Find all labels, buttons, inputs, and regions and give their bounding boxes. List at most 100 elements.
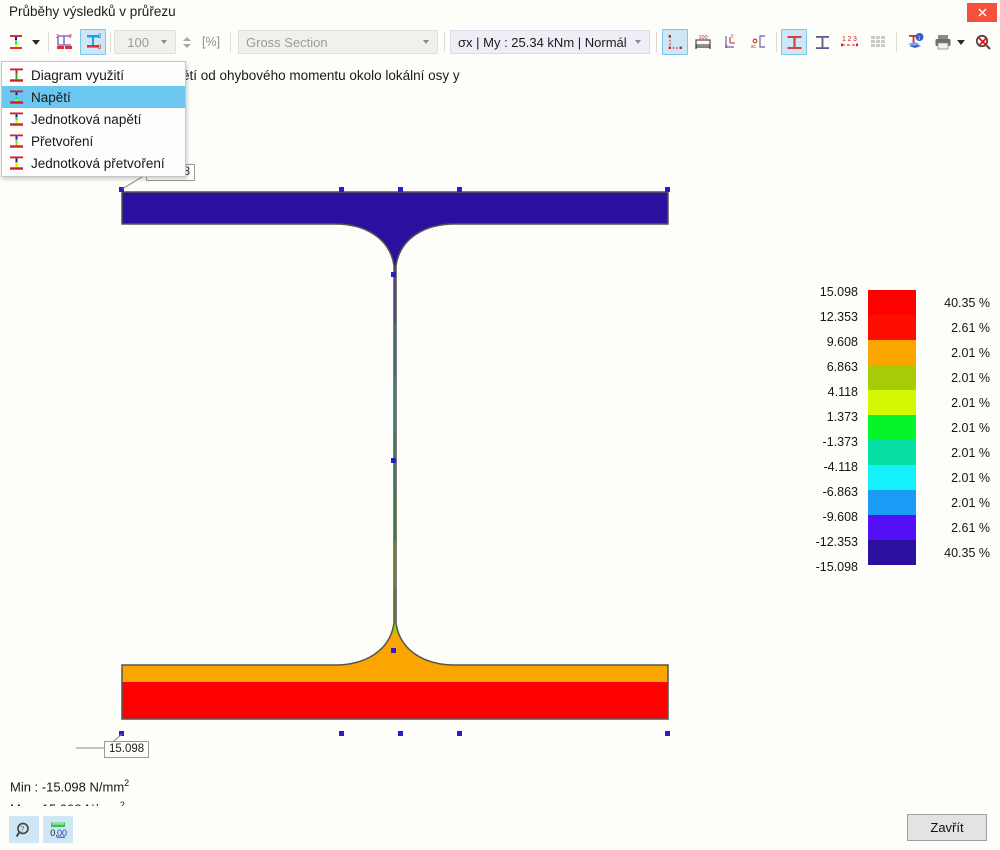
print-button[interactable] <box>930 29 956 55</box>
menu-item-jednotkova-napeti[interactable]: Jednotková napětí <box>2 108 185 130</box>
zoom-reset-button[interactable] <box>970 29 996 55</box>
svg-text:2: 2 <box>98 34 102 40</box>
node-marker <box>119 731 124 736</box>
legend-swatch <box>868 515 916 540</box>
min-label: Min : <box>10 779 39 795</box>
min-value: -15.098 N/mm <box>41 779 125 795</box>
shear-center-button[interactable]: sc <box>746 29 772 55</box>
legend-value: 9.608 <box>826 335 858 349</box>
section-outline-button[interactable] <box>809 29 835 55</box>
legend-value: 12.353 <box>819 310 858 324</box>
show-contour-icon <box>668 34 682 49</box>
spinner-down-icon[interactable] <box>183 43 191 48</box>
legend-swatch <box>868 465 916 490</box>
window-titlebar: Průběhy výsledků v průřezu <box>0 0 1000 27</box>
legend-value: 6.863 <box>826 360 858 374</box>
legend-percent: 2.01 % <box>951 370 990 385</box>
menu-item-napeti[interactable]: Napětí <box>2 86 185 108</box>
legend-percent: 2.01 % <box>951 470 990 485</box>
magnifier-help-icon: ? <box>15 822 29 837</box>
node-marker <box>398 731 403 736</box>
dialog-footer: ? 0, 00 Zavřít <box>0 806 1000 850</box>
unit-strain-icon <box>2 155 31 172</box>
i-section-stress-icon <box>10 35 22 49</box>
toolbar-separator <box>48 32 49 52</box>
node-marker <box>339 187 344 192</box>
node-marker <box>457 187 462 192</box>
grid-button[interactable] <box>865 29 891 55</box>
node-marker <box>391 272 396 277</box>
diagram-description: ětí od ohybového momentu okolo lokální o… <box>182 68 460 83</box>
scale-value-text: 100 <box>127 34 149 50</box>
toolbar-separator <box>230 32 231 52</box>
result-type-dropdown-arrow[interactable] <box>28 29 44 55</box>
decimals-button[interactable]: 0, 00 <box>43 816 73 843</box>
dimensions-button[interactable]: 100 <box>690 29 716 55</box>
node-marker <box>339 731 344 736</box>
result-select-value: σx | My : 25.34 kNm | Normálové n... <box>458 34 627 50</box>
menu-item-jednotkova-pretvoreni[interactable]: Jednotková přetvoření <box>2 152 185 174</box>
legend-percent: 2.01 % <box>951 445 990 460</box>
info-button[interactable]: i <box>902 29 928 55</box>
legend-percent: 2.01 % <box>951 495 990 510</box>
close-dialog-button[interactable]: Zavřít <box>907 814 987 841</box>
legend-swatch <box>868 315 916 340</box>
scale-spinner[interactable] <box>181 31 193 53</box>
section-outline-icon <box>815 35 829 49</box>
values-button[interactable]: 1 2 3 <box>837 29 863 55</box>
legend-swatch <box>868 340 916 365</box>
dimensions-icon: 100 <box>695 35 711 49</box>
print-icon <box>935 35 951 50</box>
local-axes-button[interactable]: y z <box>718 29 744 55</box>
legend-percent: 40.35 % <box>944 545 990 560</box>
toolbar-separator <box>444 32 445 52</box>
legend-value: -4.118 <box>823 460 858 474</box>
menu-item-label: Diagram využití <box>31 67 125 83</box>
toolbar-separator <box>110 32 111 52</box>
legend-color-swatches <box>868 290 916 565</box>
legend-value: -1.373 <box>822 435 858 449</box>
legend-percent: 2.61 % <box>951 320 990 335</box>
chevron-down-icon[interactable] <box>415 40 437 44</box>
node-marker <box>119 187 124 192</box>
scale-value-input[interactable]: 100 <box>114 30 176 54</box>
node-marker <box>665 731 670 736</box>
shear-center-icon: sc <box>751 35 765 50</box>
svg-text:00: 00 <box>57 828 67 838</box>
menu-item-pretvoreni[interactable]: Přetvoření <box>2 130 185 152</box>
show-section-button[interactable] <box>781 29 807 55</box>
legend-percent: 2.01 % <box>951 395 990 410</box>
close-x-icon <box>978 8 986 17</box>
help-button[interactable]: ? <box>9 816 39 843</box>
legend-percent: 2.01 % <box>951 345 990 360</box>
min-row: Min : -15.098 N/mm2 <box>10 774 129 796</box>
svg-text:?: ? <box>21 824 25 833</box>
window-close-button[interactable] <box>967 3 997 22</box>
legend-value: -6.863 <box>822 485 858 499</box>
svg-text:y: y <box>731 33 734 39</box>
zoom-reset-icon <box>975 34 991 50</box>
print-dropdown-arrow[interactable] <box>954 29 968 55</box>
main-toolbar: 2 2 2 3 100 [%] Gross Section σx | My : … <box>0 26 1000 59</box>
scale-dropdown-arrow[interactable] <box>153 40 175 44</box>
show-contour-button[interactable] <box>662 29 688 55</box>
result-select[interactable]: σx | My : 25.34 kNm | Normálové n... <box>450 30 650 54</box>
svg-text:100: 100 <box>699 35 708 41</box>
menu-item-label: Jednotková přetvoření <box>31 155 165 171</box>
legend-percentages: 40.35 % 2.61 % 2.01 % 2.01 % 2.01 % 2.01 % 2.0… <box>926 290 990 565</box>
value-label-bottom: 15.098 <box>104 741 150 758</box>
menu-item-label: Napětí <box>31 89 71 105</box>
legend-value: 4.118 <box>827 385 858 399</box>
compare-sections-button[interactable]: 2 2 <box>52 29 78 55</box>
menu-item-diagram-vyuziti[interactable]: Diagram využití <box>2 64 185 86</box>
unit-stress-icon <box>2 111 31 128</box>
result-type-button[interactable] <box>4 29 28 55</box>
single-section-button[interactable]: 2 3 <box>80 29 106 55</box>
legend-swatch <box>868 365 916 390</box>
scale-unit-label: [%] <box>202 35 221 49</box>
legend-value: -9.608 <box>822 510 858 524</box>
result-type-menu[interactable]: Diagram využití Napětí Jednotková napětí… <box>1 61 186 177</box>
chevron-down-icon[interactable] <box>627 40 649 44</box>
section-type-select[interactable]: Gross Section <box>238 30 438 54</box>
spinner-up-icon[interactable] <box>183 36 191 41</box>
